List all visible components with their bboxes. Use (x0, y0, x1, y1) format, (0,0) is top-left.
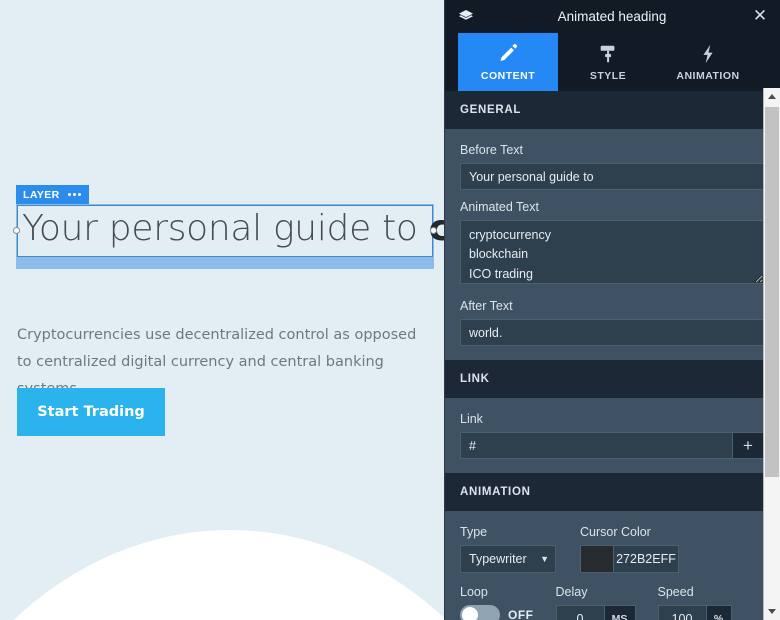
layer-badge-label: LAYER (23, 188, 60, 201)
page-preview-canvas[interactable]: LAYER Your personal guide to cryptocurre… (0, 0, 444, 620)
plus-icon[interactable]: + (732, 432, 764, 459)
layers-icon[interactable] (458, 9, 474, 24)
selected-widget-wrapper[interactable]: Your personal guide to cryptocurrency wo… (13, 204, 444, 270)
type-select[interactable]: TypewriterFadeSlideZoomFlipRotate (460, 545, 556, 573)
ellipsis-icon[interactable] (67, 193, 81, 196)
delay-label: Delay (555, 585, 588, 599)
color-swatch[interactable] (580, 545, 613, 573)
section-body-link: Link + (444, 398, 780, 473)
panel-divider (444, 0, 445, 620)
animation-row-1: Type TypewriterFadeSlideZoomFlipRotate ▼… (460, 525, 764, 573)
field-type: Type TypewriterFadeSlideZoomFlipRotate ▼ (460, 525, 556, 573)
speed-unit: % (705, 605, 732, 620)
before-text-label: Before Text (460, 143, 524, 157)
tab-animation[interactable]: ANIMATION (658, 33, 758, 91)
scroll-down-arrow-icon[interactable] (764, 603, 780, 620)
widget-settings-panel: Animated heading ✕ CONTENT STYLE ANIMATI… (444, 0, 780, 620)
after-text-label: After Text (460, 299, 513, 313)
section-header-general[interactable]: GENERAL (444, 91, 780, 129)
toggle-knob (462, 607, 478, 620)
type-select-wrap: TypewriterFadeSlideZoomFlipRotate ▼ (460, 545, 556, 573)
field-cursor-color: Cursor Color (580, 525, 679, 573)
heading-selection-box[interactable]: Your personal guide to cryptocurrency wo… (17, 205, 444, 258)
animated-text-label: Animated Text (460, 200, 539, 214)
widget-selection-bar (16, 258, 434, 270)
type-label: Type (460, 525, 488, 539)
delay-input-row: MS (555, 605, 636, 620)
field-delay: Delay MS (555, 585, 636, 620)
field-after-text: After Text (460, 299, 764, 346)
lightning-bolt-icon (697, 43, 719, 65)
section-header-animation[interactable]: ANIMATION (444, 473, 780, 511)
widget-outline: Your personal guide to cryptocurrency wo… (13, 204, 444, 259)
section-header-link[interactable]: LINK (444, 360, 780, 398)
scrollbar-thumb[interactable] (765, 107, 779, 477)
panel-scrollbar[interactable] (763, 88, 780, 620)
cursor-color-row (580, 545, 679, 573)
loop-label: Loop (460, 585, 488, 599)
link-input-row: + (460, 432, 764, 459)
speed-input-row: % (657, 605, 732, 620)
speed-input[interactable] (657, 605, 706, 620)
link-input[interactable] (460, 432, 732, 459)
tab-animation-label: ANIMATION (676, 69, 740, 82)
field-speed: Speed % (657, 585, 732, 620)
start-trading-button[interactable]: Start Trading (17, 388, 165, 436)
scroll-up-arrow-icon[interactable] (764, 88, 780, 105)
delay-input[interactable] (555, 605, 604, 620)
tab-style-label: STYLE (589, 69, 627, 82)
paint-roller-icon (597, 43, 619, 65)
tab-content[interactable]: CONTENT (458, 33, 558, 91)
panel-title: Animated heading (557, 9, 667, 24)
close-icon[interactable]: ✕ (750, 6, 770, 26)
section-body-general: Before Text Animated Text cryptocurrency… (444, 129, 780, 360)
cursor-color-hex-input[interactable] (613, 545, 679, 573)
pencil-icon (497, 43, 519, 65)
panel-header: Animated heading ✕ (444, 0, 780, 33)
resize-handle-left[interactable] (13, 227, 20, 235)
loop-toggle[interactable]: OFF (460, 605, 534, 620)
field-animated-text: Animated Text cryptocurrency blockchain … (460, 200, 764, 289)
link-label: Link (460, 412, 483, 426)
delay-unit: MS (603, 605, 636, 620)
before-text-input[interactable] (460, 163, 764, 190)
layer-badge[interactable]: LAYER (16, 185, 89, 204)
animated-text-textarea[interactable]: cryptocurrency blockchain ICO trading (460, 220, 764, 284)
tab-content-label: CONTENT (480, 69, 536, 82)
cursor-color-label: Cursor Color (580, 525, 651, 539)
animation-row-2: Loop OFF Delay MS Spee (460, 585, 764, 620)
tab-style[interactable]: STYLE (558, 33, 658, 91)
animated-heading-preview: Your personal guide to cryptocurrency wo… (22, 208, 444, 250)
editor-window: LAYER Your personal guide to cryptocurre… (0, 0, 780, 620)
panel-content-scroll-area[interactable]: GENERAL Before Text Animated Text crypto… (444, 91, 780, 620)
field-link: Link + (460, 412, 764, 459)
speed-label: Speed (657, 585, 694, 599)
heading-before-text: Your personal guide to (22, 208, 429, 249)
toggle-track (460, 605, 500, 620)
after-text-input[interactable] (460, 319, 764, 346)
section-body-animation: Type TypewriterFadeSlideZoomFlipRotate ▼… (444, 511, 780, 620)
loop-state-label: OFF (508, 608, 534, 620)
resize-handle-right[interactable] (430, 227, 437, 235)
decorative-arc-shape (0, 530, 444, 620)
field-before-text: Before Text (460, 143, 764, 190)
field-loop: Loop OFF (460, 585, 534, 620)
panel-tab-bar: CONTENT STYLE ANIMATION (444, 33, 780, 91)
